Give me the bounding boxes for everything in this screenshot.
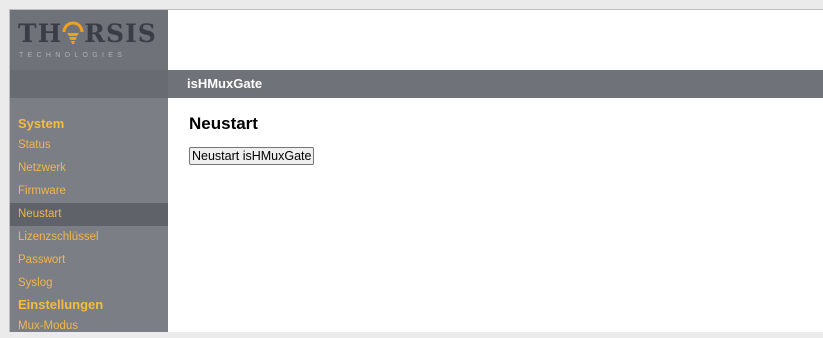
logo-subtitle: TECHNOLOGIES	[19, 52, 127, 59]
sidebar-group-einstellungen: Einstellungen	[18, 297, 104, 312]
sidebar-item-firmware[interactable]: Firmware	[10, 180, 168, 203]
sidebar-menu: System Status Netzwerk Firmware Neustart…	[10, 114, 168, 338]
page-title: Neustart	[189, 114, 258, 133]
logo-text-right: RSIS	[84, 19, 157, 48]
thorsis-logo[interactable]: TH RSIS TECHNOLOGIES	[10, 10, 168, 70]
logo-text-left: TH	[18, 19, 63, 48]
main-content: Neustart Neustart isHMuxGate	[189, 114, 315, 165]
sidebar-item-status[interactable]: Status	[10, 134, 168, 157]
sidebar-item-syslog[interactable]: Syslog	[10, 272, 168, 295]
sidebar-group-system: System	[18, 116, 65, 131]
sidebar-item-neustart[interactable]: Neustart	[10, 203, 168, 226]
restart-button[interactable]: Neustart isHMuxGate	[189, 147, 315, 165]
sidebar-header-band	[10, 70, 168, 98]
app-frame: TH RSIS TECHNOLOGIES System Status Netzwe…	[9, 9, 823, 332]
sidebar-item-mux-modus[interactable]: Mux-Modus	[10, 315, 168, 338]
sidebar: TH RSIS TECHNOLOGIES System Status Netzwe…	[10, 10, 168, 332]
sidebar-item-passwort[interactable]: Passwort	[10, 249, 168, 272]
device-title: isHMuxGate	[187, 76, 263, 91]
sidebar-item-netzwerk[interactable]: Netzwerk	[10, 157, 168, 180]
logo-o-mark-icon	[62, 21, 84, 45]
logo-wordmark: TH RSIS	[18, 19, 157, 48]
sidebar-item-lizenzschluessel[interactable]: Lizenzschlüssel	[10, 226, 168, 249]
page-header: isHMuxGate	[168, 70, 823, 98]
